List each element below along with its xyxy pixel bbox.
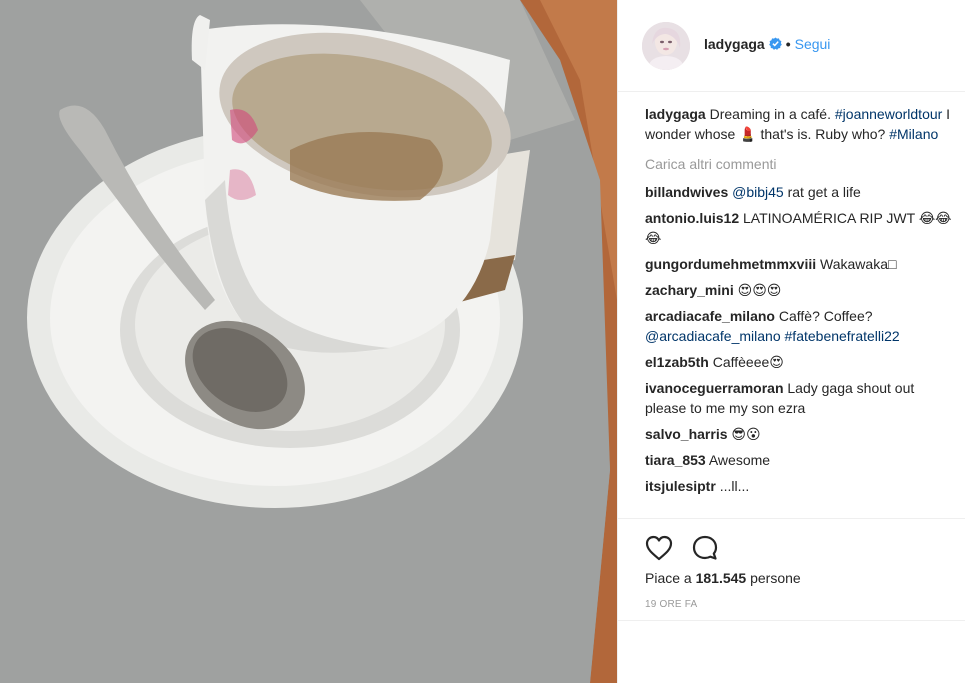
comment-text: ...ll... [719, 478, 750, 494]
load-more-comments-link[interactable]: Carica altri commenti [645, 154, 957, 174]
comment-item: zachary_mini 😍😍😍 [645, 280, 957, 300]
comment-text: Caffè? Coffee? [778, 308, 873, 324]
caption: ladygaga Dreaming in a café. #joanneworl… [645, 104, 957, 144]
comment-username[interactable]: arcadiacafe_milano [645, 308, 775, 324]
comment-username[interactable]: zachary_mini [645, 282, 734, 298]
post-header: ladygaga • Segui [618, 0, 965, 92]
comment-text: 😍😍😍 [737, 282, 782, 298]
likes-suffix: persone [746, 570, 801, 586]
verified-badge-icon [768, 37, 782, 50]
post-photo[interactable] [0, 0, 617, 683]
divider [618, 620, 965, 621]
caption-hashtag-joanneworldtour[interactable]: #joanneworldtour [835, 106, 942, 122]
comment-item: ivanoceguerramoran Lady gaga shout out p… [645, 378, 957, 418]
header-user-row: ladygaga • Segui [704, 36, 830, 52]
post-actions: Piace a 181.545 persone 19 ORE FA [618, 518, 965, 621]
comment-username[interactable]: gungordumehmetmmxviii [645, 256, 816, 272]
comment-text: Wakawaka□ [820, 256, 897, 272]
post-side-panel: ladygaga • Segui ladygaga Dreaming in a c… [617, 0, 965, 683]
speech-bubble-icon[interactable] [690, 533, 720, 563]
likes-number: 181.545 [695, 570, 747, 586]
comment-username[interactable]: ivanoceguerramoran [645, 380, 784, 396]
comment-username[interactable]: salvo_harris [645, 426, 728, 442]
caption-hashtag-milano[interactable]: #Milano [889, 126, 938, 142]
separator-dot: • [785, 36, 791, 52]
comment-item: arcadiacafe_milano Caffè? Coffee? @arcad… [645, 306, 957, 346]
comment-item: itsjulesiptr ...ll... [645, 476, 957, 496]
post-timestamp[interactable]: 19 ORE FA [645, 599, 697, 610]
likes-prefix: Piace a [645, 570, 696, 586]
header-username[interactable]: ladygaga [704, 36, 765, 52]
coffee-cup-photo [0, 0, 617, 683]
comment-hashtag[interactable]: #fatebenefratelli22 [781, 328, 900, 344]
comment-item: billandwives @bibj45 rat get a life [645, 182, 957, 202]
heart-outline-icon[interactable] [644, 533, 674, 563]
comment-text: 😎😮 [731, 426, 761, 442]
comments-list[interactable]: ladygaga Dreaming in a café. #joanneworl… [645, 104, 957, 518]
likes-count[interactable]: Piace a 181.545 persone [645, 570, 801, 586]
comment-text: Caffèeee😍 [712, 354, 784, 370]
avatar[interactable] [642, 22, 690, 70]
comment-username[interactable]: tiara_853 [645, 452, 706, 468]
caption-text-before: Dreaming in a café. [709, 106, 835, 122]
comment-mention[interactable]: @bibj45 [732, 184, 784, 200]
comment-username[interactable]: billandwives [645, 184, 728, 200]
comment-username[interactable]: antonio.luis12 [645, 210, 739, 226]
caption-username[interactable]: ladygaga [645, 106, 706, 122]
comment-mention[interactable]: @arcadiacafe_milano [645, 328, 781, 344]
follow-button[interactable]: Segui [795, 36, 831, 52]
comment-item: salvo_harris 😎😮 [645, 424, 957, 444]
comment-text: Awesome [708, 452, 771, 468]
comment-username[interactable]: itsjulesiptr [645, 478, 716, 494]
comment-item: el1zab5th Caffèeee😍 [645, 352, 957, 372]
comment-text: rat get a life [783, 184, 861, 200]
comment-username[interactable]: el1zab5th [645, 354, 709, 370]
comment-item: antonio.luis12 LATINOAMÉRICA RIP JWT 😂😂😂 [645, 208, 957, 248]
comment-item: tiara_853 Awesome [645, 450, 957, 470]
comment-item: gungordumehmetmmxviii Wakawaka□ [645, 254, 957, 274]
